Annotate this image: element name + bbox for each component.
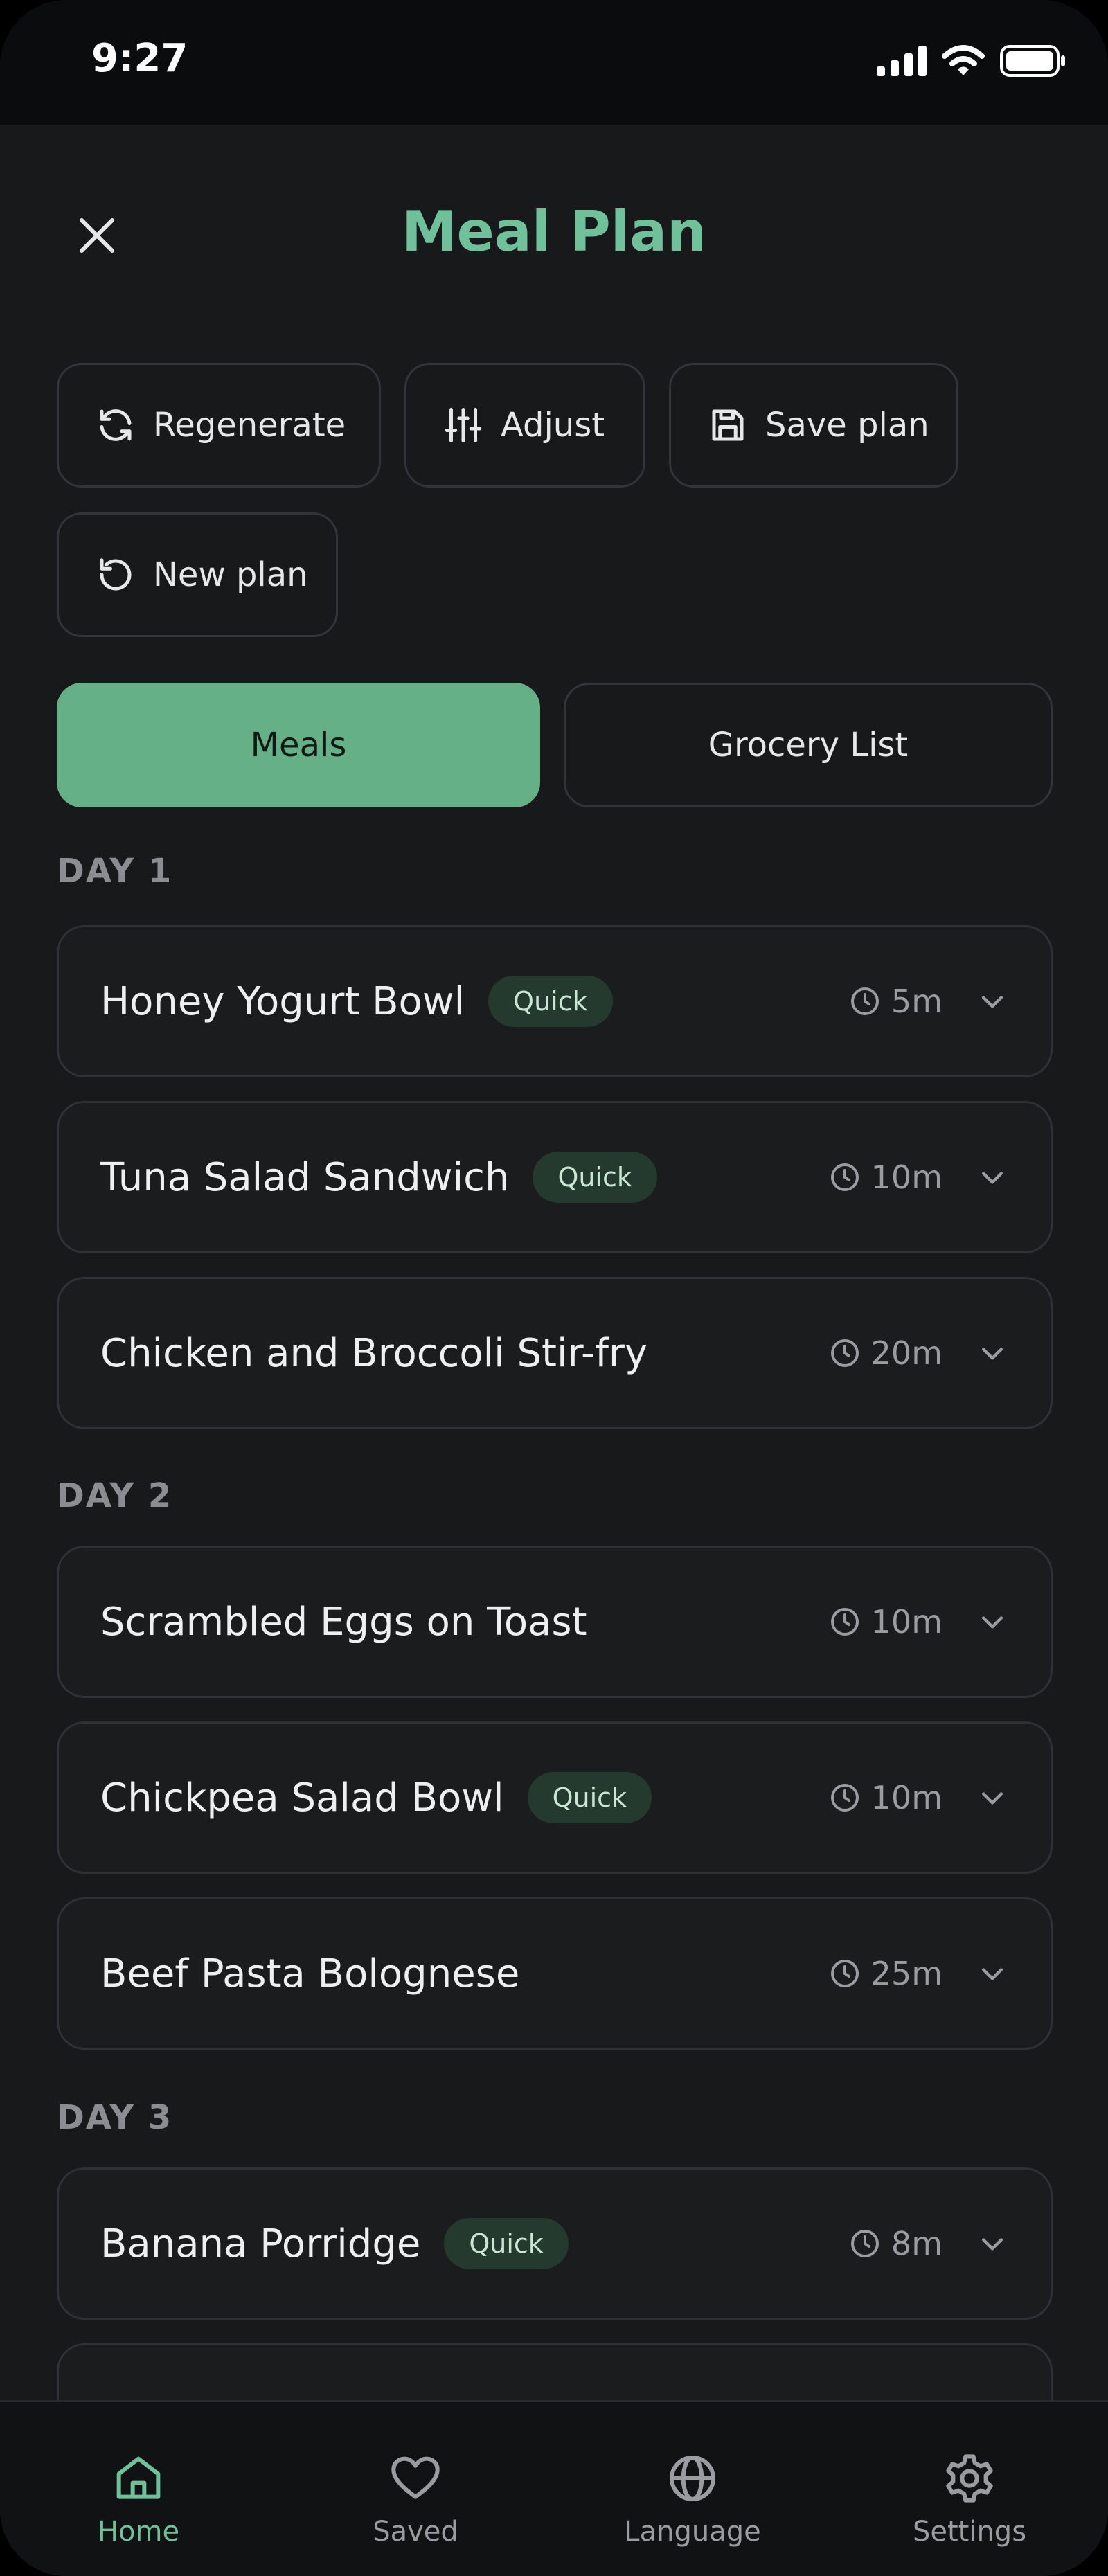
clock-icon — [830, 1339, 859, 1367]
chevron-down-icon[interactable] — [977, 1162, 1008, 1192]
save-plan-button[interactable]: Save plan — [669, 363, 958, 488]
day-label: DAY 3 — [57, 2098, 173, 2137]
nav-item-saved[interactable]: Saved — [277, 2402, 554, 2576]
quick-badge: Quick — [444, 2218, 569, 2269]
signal-icon — [877, 46, 927, 76]
meal-time: 20m — [870, 1334, 942, 1372]
meal-time: 10m — [870, 1603, 942, 1640]
meal-card[interactable]: Chickpea Salad Bowl Quick 10m — [57, 1721, 1053, 1874]
nav-language-label: Language — [624, 2516, 761, 2548]
tab-meals-label: Meals — [250, 726, 347, 764]
sliders-icon — [445, 408, 482, 442]
nav-item-settings[interactable]: Settings — [831, 2402, 1108, 2576]
chevron-down-icon[interactable] — [977, 1607, 1008, 1637]
nav-home-label: Home — [97, 2516, 180, 2548]
quick-badge: Quick — [488, 976, 613, 1027]
clock-icon — [830, 1960, 859, 1987]
adjust-label: Adjust — [501, 406, 605, 445]
chevron-down-icon[interactable] — [977, 1958, 1008, 1989]
reset-icon — [100, 558, 132, 591]
tab-grocery-list-label: Grocery List — [708, 726, 909, 764]
status-icons — [877, 45, 1066, 77]
chevron-down-icon[interactable] — [977, 986, 1008, 1017]
phone-screen: 9:27 Meal Plan Regenerate Adjust Save pl… — [0, 0, 1108, 2576]
refresh-icon — [100, 409, 132, 441]
heart-icon — [391, 2456, 440, 2499]
meal-time: 10m — [870, 1159, 942, 1196]
meal-time: 5m — [891, 983, 942, 1020]
meal-time: 10m — [870, 1779, 942, 1816]
meal-time: 8m — [891, 2225, 942, 2262]
meal-name: Chicken and Broccoli Stir-fry — [100, 1330, 648, 1376]
meal-name: Honey Yogurt Bowl — [100, 978, 465, 1024]
new-plan-label: New plan — [153, 555, 308, 594]
meal-name: Tuna Salad Sandwich — [100, 1154, 510, 1200]
quick-badge: Quick — [533, 1152, 657, 1203]
clock-icon — [830, 1163, 859, 1191]
clock-icon — [830, 1608, 859, 1636]
clock-icon — [850, 987, 879, 1015]
new-plan-button[interactable]: New plan — [57, 512, 338, 637]
meal-name: Banana Porridge — [100, 2221, 421, 2266]
home-icon — [116, 2456, 161, 2499]
meal-card[interactable]: Scrambled Eggs on Toast 10m — [57, 1546, 1053, 1698]
status-time: 9:27 — [91, 36, 188, 81]
nav-item-home[interactable]: Home — [0, 2402, 277, 2576]
nav-settings-label: Settings — [912, 2516, 1027, 2548]
gear-icon — [946, 2454, 993, 2503]
meal-name: Chickpea Salad Bowl — [100, 1775, 504, 1821]
clock-icon — [850, 2230, 879, 2257]
battery-icon — [1000, 45, 1065, 77]
meal-name: Scrambled Eggs on Toast — [100, 1599, 587, 1645]
chevron-down-icon[interactable] — [977, 1782, 1008, 1813]
status-bar: 9:27 — [0, 0, 1108, 125]
regenerate-button[interactable]: Regenerate — [57, 363, 381, 488]
quick-badge: Quick — [527, 1772, 652, 1823]
tab-grocery-list[interactable]: Grocery List — [564, 683, 1053, 807]
bottom-nav: Home Saved Language Settings — [0, 2400, 1108, 2576]
save-plan-label: Save plan — [765, 406, 929, 445]
day-label: DAY 1 — [57, 852, 173, 891]
save-icon — [712, 409, 744, 441]
nav-item-language[interactable]: Language — [554, 2402, 831, 2576]
globe-icon — [670, 2456, 715, 2501]
meal-time: 25m — [870, 1955, 942, 1992]
chevron-down-icon[interactable] — [977, 2228, 1008, 2259]
nav-saved-label: Saved — [373, 2516, 458, 2548]
meal-card[interactable]: Tuna Salad Sandwich Quick 10m — [57, 1101, 1053, 1253]
meal-card[interactable]: Beef Pasta Bolognese 25m — [57, 1897, 1053, 2050]
adjust-button[interactable]: Adjust — [404, 363, 645, 488]
clock-icon — [830, 1784, 859, 1812]
meal-card[interactable]: Honey Yogurt Bowl Quick 5m — [57, 925, 1053, 1077]
wifi-icon — [942, 45, 985, 75]
meal-card[interactable]: Chicken and Broccoli Stir-fry 20m — [57, 1277, 1053, 1429]
header: Meal Plan — [0, 125, 1108, 339]
meal-name: Beef Pasta Bolognese — [100, 1951, 520, 1996]
meal-card[interactable]: Banana Porridge Quick 8m — [57, 2167, 1053, 2320]
tab-meals[interactable]: Meals — [57, 683, 540, 807]
page-title: Meal Plan — [401, 199, 707, 264]
day-label: DAY 2 — [57, 1476, 173, 1515]
chevron-down-icon[interactable] — [977, 1338, 1008, 1368]
regenerate-label: Regenerate — [153, 406, 346, 445]
